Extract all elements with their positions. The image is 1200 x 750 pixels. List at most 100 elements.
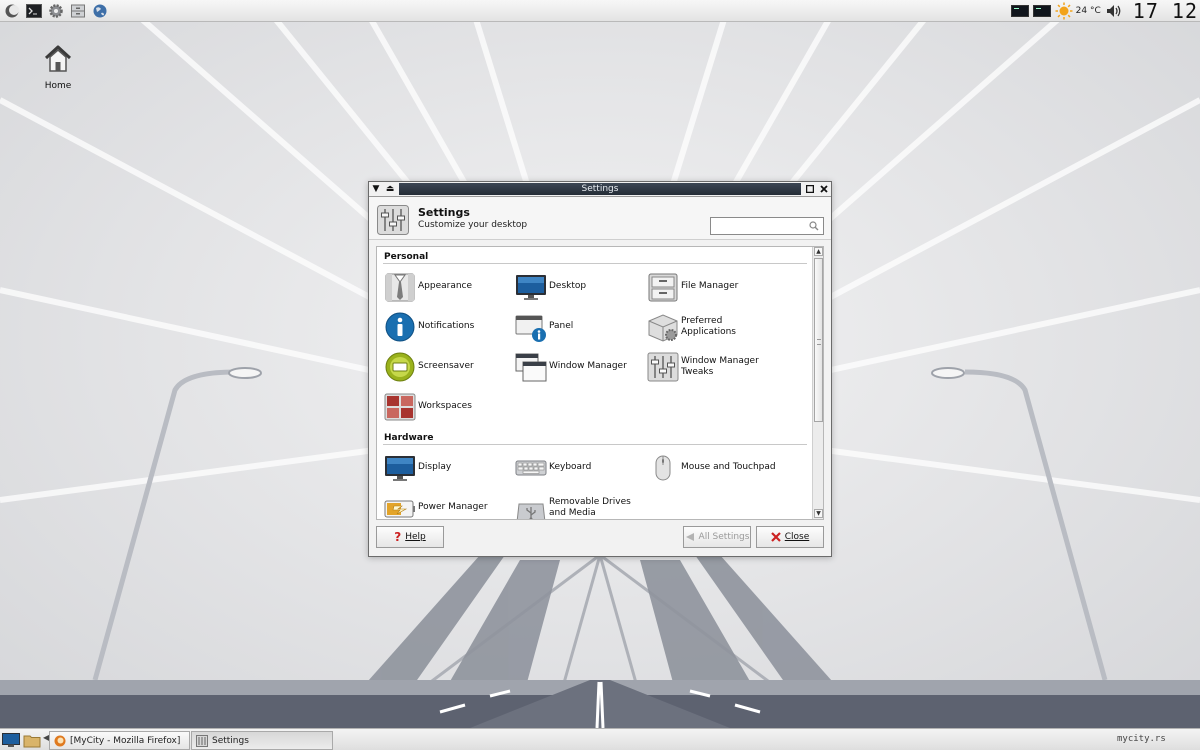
settings-item-panel[interactable]: Panel [515, 309, 645, 343]
window-title: Settings [399, 183, 801, 195]
desktop-icon-home[interactable]: Home [30, 42, 86, 91]
back-arrow-icon [685, 533, 694, 541]
panel-icon [515, 315, 546, 342]
help-button[interactable]: ? Help [376, 526, 444, 548]
clock[interactable]: 17 12 [1127, 1, 1198, 21]
mouse-icon [655, 455, 671, 481]
scroll-up-icon[interactable]: ▲ [814, 247, 823, 256]
close-button[interactable]: Close [756, 526, 824, 548]
terminal-icon[interactable] [24, 1, 44, 21]
sun-icon [1055, 2, 1073, 19]
settings-item-removable-drives[interactable]: Removable Drives and Media [515, 490, 645, 519]
globe-icon[interactable] [90, 1, 110, 21]
system-monitor-icon[interactable] [1010, 1, 1029, 21]
network-monitor-icon[interactable] [1032, 1, 1051, 21]
task-button-firefox[interactable]: [MyCity - Mozilla Firefox] [49, 731, 190, 750]
settings-window: ▼ ⏏ Settings Settings Customize your des… [368, 181, 832, 557]
close-x-icon [770, 532, 781, 542]
volume-icon[interactable] [1105, 1, 1123, 21]
app-menu-icon[interactable] [2, 1, 22, 21]
search-icon [809, 221, 819, 231]
info-icon [385, 312, 415, 342]
help-question-icon: ? [394, 530, 402, 544]
scroll-down-icon[interactable]: ▼ [814, 509, 823, 518]
task-label: Settings [212, 735, 249, 746]
settings-item-label: Window Manager Tweaks [681, 356, 759, 377]
settings-item-label: Screensaver [418, 361, 474, 371]
section-title-hardware: Hardware [384, 433, 434, 443]
section-title-personal: Personal [384, 252, 429, 262]
shade-button[interactable]: ⏏ [383, 182, 397, 196]
all-settings-button[interactable]: All Settings [683, 526, 751, 548]
preferred-apps-icon [648, 314, 678, 342]
header-title: Settings [418, 206, 470, 219]
task-button-settings[interactable]: Settings [191, 731, 333, 750]
settings-sliders-icon [377, 205, 409, 235]
scrollbar-thumb[interactable] [814, 258, 823, 422]
usb-icon [516, 503, 546, 519]
settings-item-label: Appearance [418, 281, 473, 291]
section-divider [383, 263, 807, 264]
settings-item-desktop[interactable]: Desktop [515, 269, 645, 303]
home-icon [44, 45, 72, 72]
keyboard-icon [515, 460, 547, 476]
settings-item-label: File Manager [681, 281, 739, 291]
maximize-button[interactable] [803, 182, 817, 196]
folder-icon[interactable] [22, 731, 42, 749]
weather-widget[interactable]: 24 °C [1055, 1, 1101, 21]
settings-item-preferred-applications[interactable]: Preferred Applications [647, 309, 777, 343]
window-close-button[interactable] [817, 182, 831, 196]
file-cabinet-icon [648, 273, 678, 302]
window-titlebar[interactable]: ▼ ⏏ Settings [369, 182, 831, 197]
settings-item-label: Mouse and Touchpad [681, 462, 776, 472]
settings-item-label: Removable Drives and Media [549, 497, 631, 518]
settings-item-window-manager-tweaks[interactable]: Window Manager Tweaks [647, 349, 777, 383]
panel-tray: 24 °C 17 12 [1007, 0, 1198, 22]
close-button-label: Close [784, 532, 810, 542]
show-desktop-icon[interactable] [1, 731, 21, 749]
vertical-scrollbar[interactable]: ▲ ▼ [812, 247, 823, 519]
battery-icon [384, 500, 415, 518]
bottom-panel: ◀ [MyCity - Mozilla Firefox] Settings my… [0, 728, 1200, 750]
search-input[interactable] [710, 217, 824, 235]
window-header: Settings Customize your desktop [369, 197, 831, 240]
all-settings-button-label: All Settings [698, 532, 750, 542]
settings-item-file-manager[interactable]: File Manager [647, 269, 777, 303]
close-icon [820, 185, 828, 193]
window-menu-button[interactable]: ▼ [369, 182, 383, 196]
settings-item-workspaces[interactable]: Workspaces [384, 389, 514, 423]
firefox-icon [54, 735, 66, 746]
gear-icon[interactable] [46, 1, 66, 21]
help-button-label: Help [405, 532, 426, 542]
settings-item-label: Panel [549, 321, 574, 331]
workspaces-icon [384, 393, 416, 421]
display-icon [385, 456, 415, 481]
screensaver-icon [385, 352, 415, 382]
panel-launchers [2, 0, 112, 22]
desktop-icon-label: Home [44, 81, 72, 91]
header-subtitle: Customize your desktop [418, 220, 528, 230]
temperature-label: 24 °C [1075, 5, 1101, 16]
settings-item-notifications[interactable]: Notifications [384, 309, 514, 343]
settings-item-label: Keyboard [549, 462, 592, 472]
section-divider [383, 444, 807, 445]
top-panel: 24 °C 17 12 [0, 0, 1200, 22]
desktop-monitor-icon [516, 275, 546, 300]
settings-item-display[interactable]: Display [384, 450, 514, 484]
settings-item-label: Preferred Applications [681, 316, 736, 337]
settings-item-label: Desktop [549, 281, 587, 291]
settings-item-label: Workspaces [418, 401, 472, 411]
settings-item-keyboard[interactable]: Keyboard [515, 450, 645, 484]
settings-item-mouse-touchpad[interactable]: Mouse and Touchpad [647, 450, 777, 484]
settings-item-window-manager[interactable]: Window Manager [515, 349, 645, 383]
drawer-icon[interactable] [68, 1, 88, 21]
settings-list: Personal Appearance Desktop File Manager… [376, 246, 824, 520]
settings-item-screensaver[interactable]: Screensaver [384, 349, 514, 383]
settings-item-label: Display [418, 462, 452, 472]
settings-item-label: Notifications [418, 321, 475, 331]
clock-label: 17 12 [1132, 0, 1198, 23]
tweaks-icon [647, 352, 679, 382]
settings-item-appearance[interactable]: Appearance [384, 269, 514, 303]
settings-item-power-manager[interactable]: Power Manager [384, 490, 514, 519]
window-manager-icon [515, 353, 547, 382]
